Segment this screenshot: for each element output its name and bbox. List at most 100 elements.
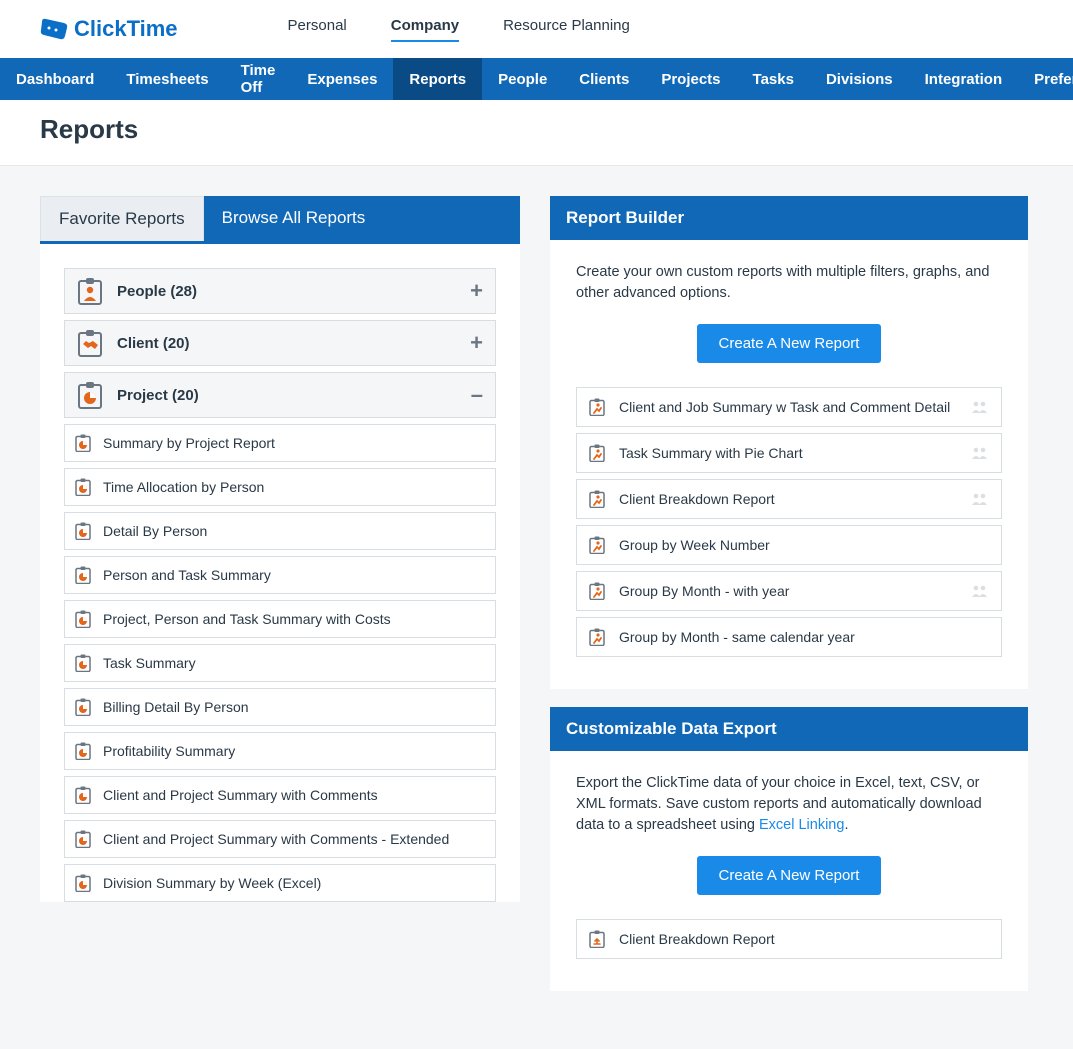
topnav-personal[interactable]: Personal xyxy=(288,17,347,42)
report-row[interactable]: Billing Detail By Person xyxy=(64,688,496,726)
report-icon xyxy=(589,398,605,416)
report-row[interactable]: Client and Project Summary with Comments… xyxy=(64,820,496,858)
subnav-preferences[interactable]: Preferences xyxy=(1018,58,1073,100)
page-title-bar: Reports xyxy=(0,100,1073,166)
piechart-icon xyxy=(77,381,103,409)
report-row[interactable]: Client and Project Summary with Comments xyxy=(64,776,496,814)
group-label: Project (20) xyxy=(117,387,471,404)
logo-icon xyxy=(40,18,68,40)
builder-report-row[interactable]: Client and Job Summary w Task and Commen… xyxy=(576,387,1002,427)
favorite-reports-panel: Favorite Reports Browse All Reports Peop… xyxy=(40,196,520,908)
builder-report-label: Task Summary with Pie Chart xyxy=(619,445,971,461)
subnav-tasks[interactable]: Tasks xyxy=(737,58,810,100)
report-label: Time Allocation by Person xyxy=(103,479,264,495)
report-label: Profitability Summary xyxy=(103,743,235,759)
person-icon xyxy=(77,277,103,305)
builder-report-row[interactable]: Client Breakdown Report xyxy=(576,479,1002,519)
shared-icon xyxy=(971,584,989,598)
topnav-company[interactable]: Company xyxy=(391,17,459,42)
builder-report-row[interactable]: Group by Week Number xyxy=(576,525,1002,565)
report-row[interactable]: Person and Task Summary xyxy=(64,556,496,594)
group-header-person[interactable]: People (28)+ xyxy=(64,268,496,314)
subnav-divisions[interactable]: Divisions xyxy=(810,58,909,100)
subnav-expenses[interactable]: Expenses xyxy=(291,58,393,100)
builder-report-row[interactable]: Task Summary with Pie Chart xyxy=(576,433,1002,473)
piechart-icon xyxy=(75,610,91,628)
subnav-people[interactable]: People xyxy=(482,58,563,100)
builder-report-label: Client Breakdown Report xyxy=(619,491,971,507)
piechart-icon xyxy=(75,830,91,848)
report-label: Project, Person and Task Summary with Co… xyxy=(103,611,391,627)
subnav-reports[interactable]: Reports xyxy=(393,58,482,100)
report-builder-desc: Create your own custom reports with mult… xyxy=(576,262,1002,304)
report-label: Client and Project Summary with Comments… xyxy=(103,831,449,847)
report-label: Billing Detail By Person xyxy=(103,699,249,715)
subnav-integration[interactable]: Integration xyxy=(909,58,1019,100)
piechart-icon xyxy=(75,742,91,760)
page-title: Reports xyxy=(40,114,1033,145)
shared-icon xyxy=(971,446,989,460)
subnav-dashboard[interactable]: Dashboard xyxy=(0,58,110,100)
report-label: Detail By Person xyxy=(103,523,207,539)
builder-report-label: Group by Month - same calendar year xyxy=(619,629,989,645)
tab-browse-all-reports[interactable]: Browse All Reports xyxy=(204,196,520,241)
piechart-icon xyxy=(75,434,91,452)
report-row[interactable]: Time Allocation by Person xyxy=(64,468,496,506)
logo[interactable]: ClickTime xyxy=(40,16,178,42)
piechart-icon xyxy=(75,566,91,584)
piechart-icon xyxy=(75,874,91,892)
report-row[interactable]: Task Summary xyxy=(64,644,496,682)
content: Favorite Reports Browse All Reports Peop… xyxy=(0,166,1073,1049)
group-header-handshake[interactable]: Client (20)+ xyxy=(64,320,496,366)
topnav-resource-planning[interactable]: Resource Planning xyxy=(503,17,630,42)
piechart-icon xyxy=(75,478,91,496)
export-report-label: Client Breakdown Report xyxy=(619,931,989,947)
logo-text: ClickTime xyxy=(74,16,178,42)
report-row[interactable]: Division Summary by Week (Excel) xyxy=(64,864,496,902)
group-label: Client (20) xyxy=(117,335,470,352)
report-row[interactable]: Project, Person and Task Summary with Co… xyxy=(64,600,496,638)
report-label: Task Summary xyxy=(103,655,196,671)
create-new-report-button[interactable]: Create A New Report xyxy=(697,324,882,363)
builder-report-row[interactable]: Group by Month - same calendar year xyxy=(576,617,1002,657)
report-icon xyxy=(589,536,605,554)
subnav: DashboardTimesheetsTime OffExpensesRepor… xyxy=(0,58,1073,100)
piechart-icon xyxy=(75,654,91,672)
report-icon xyxy=(589,628,605,646)
piechart-icon xyxy=(75,522,91,540)
create-new-export-button[interactable]: Create A New Report xyxy=(697,856,882,895)
right-column: Report Builder Create your own custom re… xyxy=(550,196,1028,1009)
topnav: Personal Company Resource Planning xyxy=(288,17,630,42)
data-export-title: Customizable Data Export xyxy=(550,707,1028,751)
topbar: ClickTime Personal Company Resource Planni… xyxy=(0,0,1073,58)
group-header-piechart[interactable]: Project (20)– xyxy=(64,372,496,418)
subnav-timesheets[interactable]: Timesheets xyxy=(110,58,224,100)
report-label: Summary by Project Report xyxy=(103,435,275,451)
builder-report-label: Group by Week Number xyxy=(619,537,989,553)
subnav-time-off[interactable]: Time Off xyxy=(225,58,292,100)
collapse-icon: – xyxy=(471,382,483,408)
report-label: Client and Project Summary with Comments xyxy=(103,787,378,803)
expand-icon: + xyxy=(470,330,483,356)
export-icon xyxy=(589,930,605,948)
shared-icon xyxy=(971,400,989,414)
report-row[interactable]: Detail By Person xyxy=(64,512,496,550)
piechart-icon xyxy=(75,786,91,804)
subnav-clients[interactable]: Clients xyxy=(563,58,645,100)
report-icon xyxy=(589,444,605,462)
tab-favorite-reports[interactable]: Favorite Reports xyxy=(40,196,204,241)
report-icon xyxy=(589,490,605,508)
expand-icon: + xyxy=(470,278,483,304)
excel-linking-link[interactable]: Excel Linking xyxy=(759,817,844,833)
report-label: Division Summary by Week (Excel) xyxy=(103,875,321,891)
builder-report-row[interactable]: Group By Month - with year xyxy=(576,571,1002,611)
report-row[interactable]: Summary by Project Report xyxy=(64,424,496,462)
subnav-projects[interactable]: Projects xyxy=(645,58,736,100)
report-row[interactable]: Profitability Summary xyxy=(64,732,496,770)
export-report-row[interactable]: Client Breakdown Report xyxy=(576,919,1002,959)
report-builder-panel: Report Builder Create your own custom re… xyxy=(550,196,1028,689)
builder-report-label: Group By Month - with year xyxy=(619,583,971,599)
data-export-desc: Export the ClickTime data of your choice… xyxy=(576,773,1002,836)
builder-report-label: Client and Job Summary w Task and Commen… xyxy=(619,399,971,415)
reports-tabs: Favorite Reports Browse All Reports xyxy=(40,196,520,244)
